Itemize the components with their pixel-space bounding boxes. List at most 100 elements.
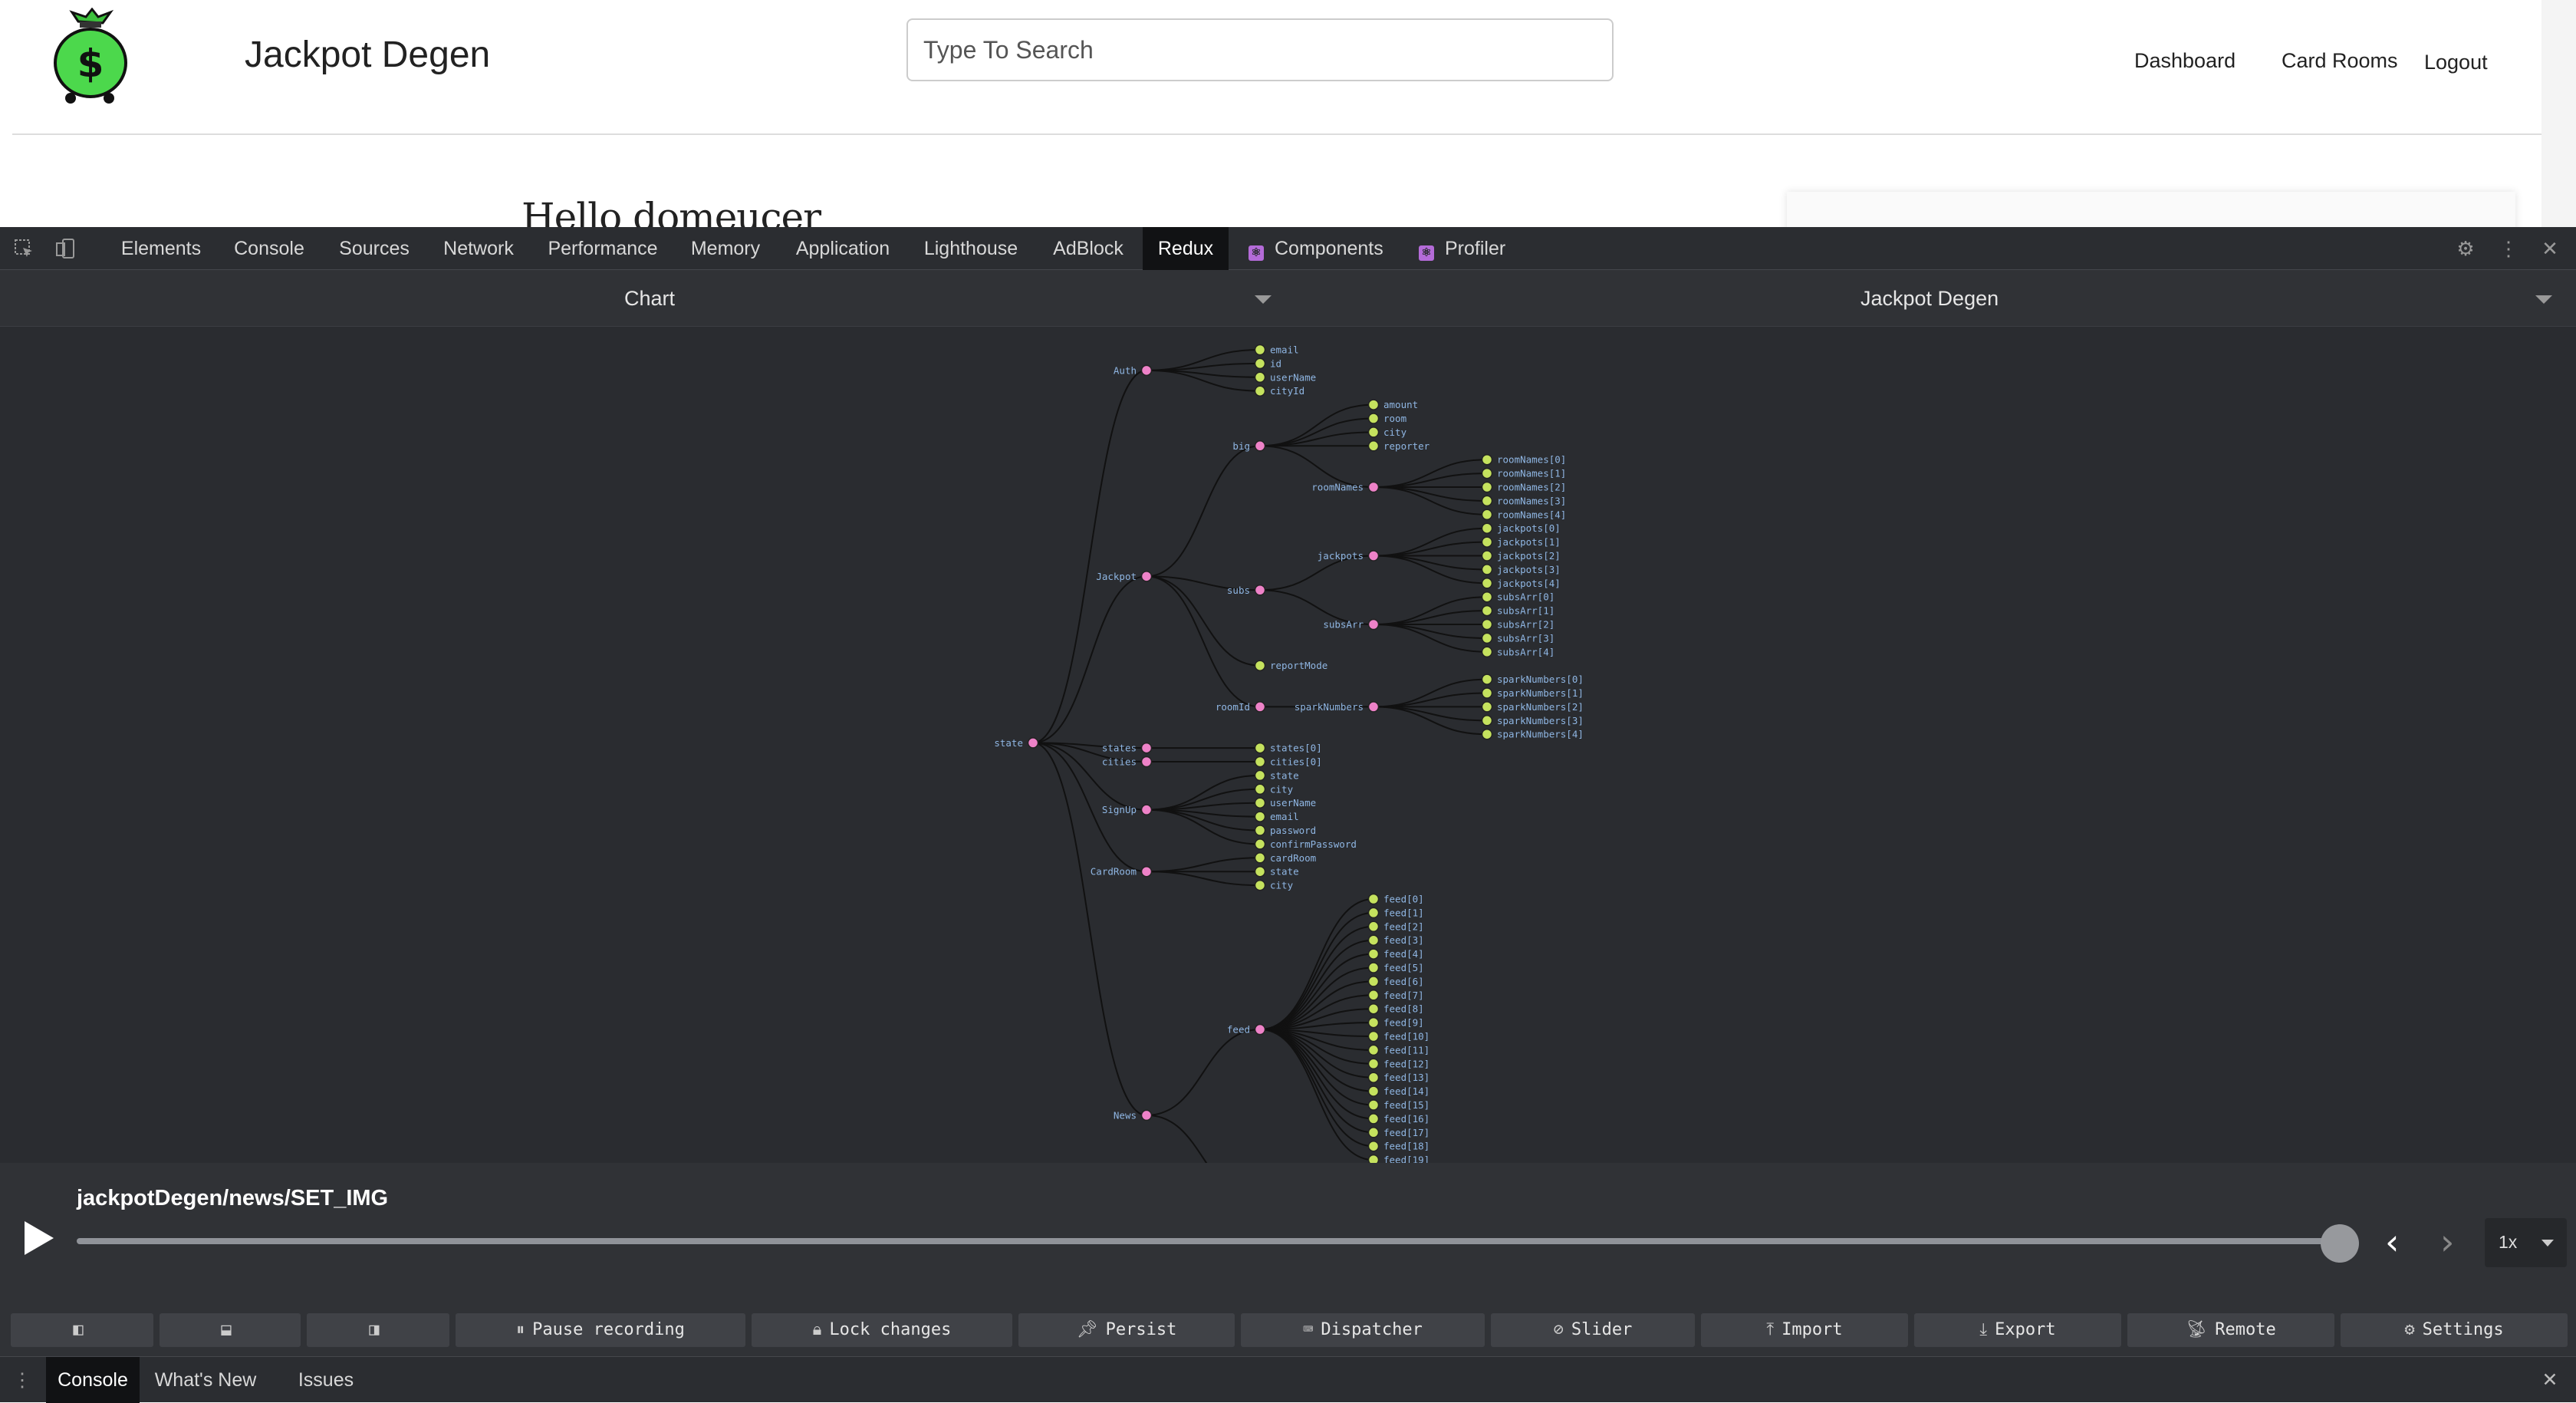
tree-node-leaf[interactable]: state [1254,866,1299,878]
close-icon[interactable]: ✕ [2538,1357,2561,1403]
node-dot-leaf[interactable] [1481,632,1493,644]
node-dot-leaf[interactable] [1367,1140,1380,1152]
money-bag-logo[interactable]: $ [48,8,133,104]
tree-node-leaf[interactable]: feed[3] [1367,934,1424,946]
node-dot-leaf[interactable] [1481,550,1493,562]
dock-right-button[interactable]: ◨ [307,1313,449,1347]
tree-node-leaf[interactable]: feed[19] [1367,1154,1430,1163]
tree-node-branch[interactable]: roomNames [1311,482,1380,493]
node-dot-leaf[interactable] [1254,811,1266,822]
tree-node-branch[interactable]: News [1114,1109,1153,1121]
settings-button[interactable]: ⚙ Settings [2341,1313,2568,1347]
tree-node-leaf[interactable]: feed[11] [1367,1044,1430,1056]
node-dot-branch[interactable] [1367,550,1380,562]
node-dot-leaf[interactable] [1481,728,1493,740]
tree-node-leaf[interactable]: jackpots[3] [1481,564,1561,575]
tree-node-branch[interactable]: feed [1227,1024,1266,1036]
node-dot-leaf[interactable] [1254,852,1266,864]
tree-node-leaf[interactable]: feed[15] [1367,1099,1430,1111]
chevron-down-icon[interactable] [2535,295,2552,304]
tree-node-leaf[interactable]: sparkNumbers[4] [1481,728,1584,740]
tree-node-leaf[interactable]: cardRoom [1254,852,1317,864]
node-dot-leaf[interactable] [1481,467,1493,479]
tree-node-leaf[interactable]: feed[7] [1367,990,1424,1001]
tab-profiler[interactable]: ⚛ Profiler [1419,227,1541,270]
tree-node-leaf[interactable]: feed[9] [1367,1016,1424,1029]
tree-node-leaf[interactable]: feed[14] [1367,1085,1430,1097]
tree-node-leaf[interactable]: feed[0] [1367,893,1424,905]
search-input[interactable] [906,18,1614,81]
tree-node-leaf[interactable]: amount [1367,399,1419,410]
node-dot-branch[interactable] [1367,618,1380,631]
tree-node-leaf[interactable]: roomNames[3] [1481,495,1567,507]
tree-node-leaf[interactable]: feed[16] [1367,1113,1430,1125]
node-dot-leaf[interactable] [1367,976,1380,987]
node-dot-leaf[interactable] [1254,825,1266,836]
node-dot-branch[interactable] [1140,865,1153,878]
tree-node-leaf[interactable]: city [1367,426,1407,438]
node-dot-leaf[interactable] [1367,948,1380,960]
node-dot-branch[interactable] [1140,1109,1153,1121]
node-dot-leaf[interactable] [1367,893,1380,905]
node-dot-leaf[interactable] [1367,1072,1380,1083]
node-dot-leaf[interactable] [1481,453,1493,466]
tree-node-branch[interactable]: big [1232,440,1266,452]
tree-node-leaf[interactable]: state [1254,769,1299,782]
tree-node-leaf[interactable]: feed[8] [1367,1003,1424,1015]
node-dot-leaf[interactable] [1481,509,1493,521]
tree-node-leaf[interactable]: subsArr[0] [1481,591,1555,603]
node-dot-leaf[interactable] [1481,687,1493,699]
tree-node-branch[interactable]: Jackpot [1096,571,1153,582]
nav-dashboard[interactable]: Dashboard [2134,49,2235,73]
node-dot-branch[interactable] [1367,701,1380,713]
more-vertical-icon[interactable]: ⋮ [2497,237,2520,260]
node-dot-leaf[interactable] [1367,1030,1380,1042]
tree-node-leaf[interactable]: sparkNumbers[1] [1481,687,1584,699]
tree-node-leaf[interactable]: reportMode [1254,660,1328,671]
node-dot-leaf[interactable] [1367,1016,1380,1029]
tab-memory[interactable]: Memory [684,227,767,270]
node-dot-leaf[interactable] [1254,385,1266,397]
tree-node-leaf[interactable]: states[0] [1254,743,1322,754]
pause-recording-button[interactable]: ⏸ Pause recording [456,1313,745,1347]
node-dot-leaf[interactable] [1481,618,1493,631]
dock-left-button[interactable]: ◧ [11,1313,153,1347]
chevron-down-icon[interactable] [1255,295,1272,304]
tree-node-leaf[interactable]: roomNames[1] [1481,467,1567,479]
close-icon[interactable]: ✕ [2538,237,2561,260]
tab-application[interactable]: Application [785,227,900,270]
node-dot-leaf[interactable] [1481,715,1493,726]
tree-node-leaf[interactable]: subsArr[3] [1481,632,1555,644]
tree-node-leaf[interactable]: email [1254,811,1299,822]
node-dot-leaf[interactable] [1367,1154,1380,1163]
node-dot-leaf[interactable] [1254,660,1266,671]
monitor-select[interactable]: Chart [624,287,675,311]
tree-node-leaf[interactable]: reporter [1367,440,1430,452]
drawer-tab-whats-new[interactable]: What's New [146,1357,265,1403]
node-dot-leaf[interactable] [1481,495,1493,507]
node-dot-leaf[interactable] [1254,879,1266,891]
tree-node-leaf[interactable]: email [1254,344,1299,356]
tree-node-branch[interactable]: cities [1102,756,1153,768]
node-dot-leaf[interactable] [1367,1003,1380,1015]
tree-node-leaf[interactable]: city [1254,783,1294,795]
tree-node-branch[interactable]: roomId [1216,701,1266,713]
tree-node-leaf[interactable]: jackpots[0] [1481,522,1561,534]
node-dot-branch[interactable] [1140,804,1153,815]
tree-node-branch[interactable]: Auth [1114,364,1153,376]
node-dot-leaf[interactable] [1254,769,1266,782]
tree-node-leaf[interactable]: feed[6] [1367,976,1424,987]
node-dot-leaf[interactable] [1367,1127,1380,1138]
node-dot-leaf[interactable] [1254,371,1266,384]
dispatcher-button[interactable]: ⌨ Dispatcher [1241,1313,1485,1347]
node-dot-leaf[interactable] [1367,1044,1380,1056]
node-dot-leaf[interactable] [1367,990,1380,1001]
tab-network[interactable]: Network [434,227,523,270]
node-dot-leaf[interactable] [1367,440,1380,452]
node-dot-leaf[interactable] [1367,934,1380,946]
tree-node-leaf[interactable]: feed[4] [1367,948,1424,960]
tree-node-leaf[interactable]: sparkNumbers[3] [1481,715,1584,726]
node-dot-leaf[interactable] [1254,357,1266,370]
nav-logout[interactable]: Logout [2424,51,2488,74]
node-dot-leaf[interactable] [1254,783,1266,795]
